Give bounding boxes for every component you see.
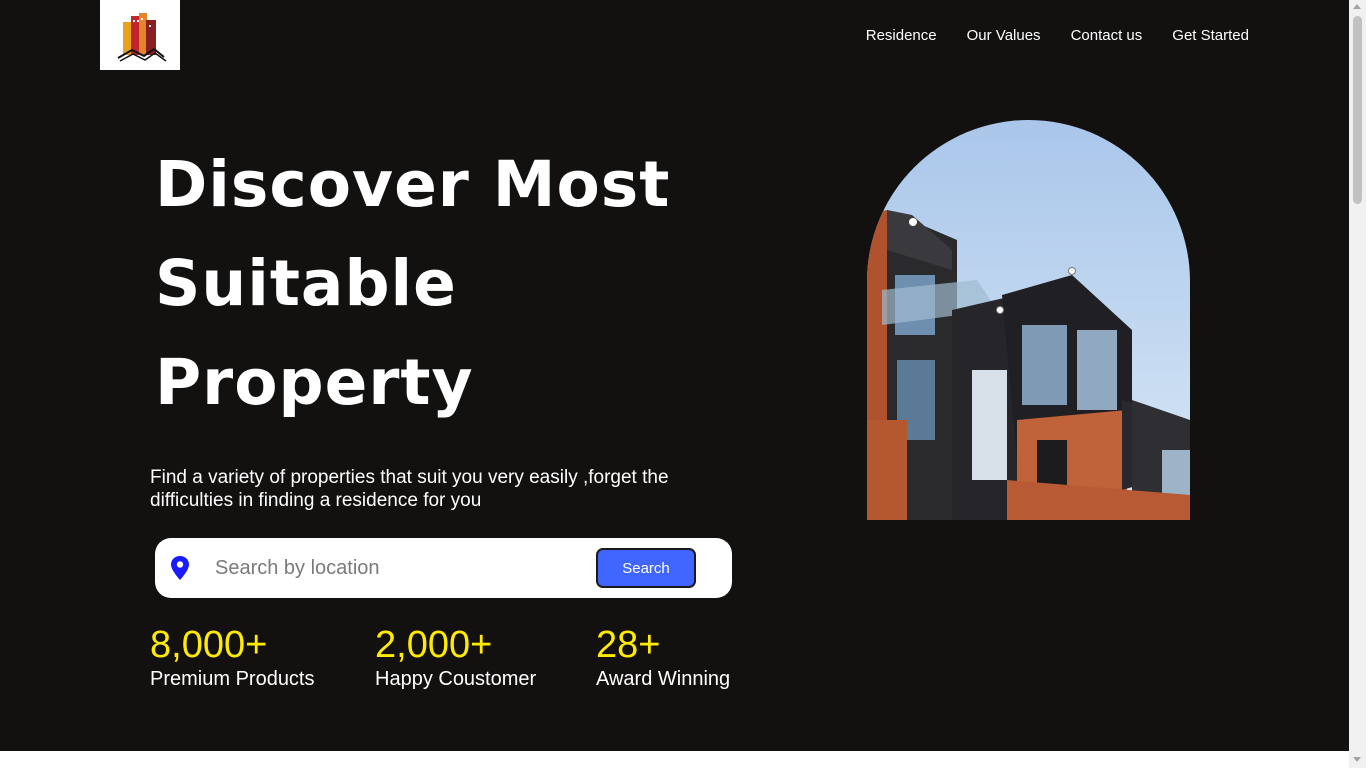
nav-our-values[interactable]: Our Values <box>967 26 1041 46</box>
search-button[interactable]: Search <box>596 548 696 588</box>
stat-value: 2,000+ <box>375 624 493 666</box>
scroll-thumb[interactable] <box>1353 16 1362 204</box>
stat-label: Happy Coustomer <box>375 668 537 690</box>
page-scrollbar[interactable] <box>1349 0 1366 768</box>
scroll-down-icon[interactable] <box>1353 757 1361 762</box>
hero-section: Residence Our Values Contact us Get Star… <box>0 0 1349 751</box>
location-pin-icon <box>169 555 191 586</box>
headline-line-2: Suitable <box>155 247 457 320</box>
buildings-logo-icon <box>117 13 167 62</box>
hero-building-image <box>867 120 1190 520</box>
nav-get-started[interactable]: Get Started <box>1172 26 1249 46</box>
stat-value: 28+ <box>596 624 661 666</box>
stat-label: Award Winning <box>596 668 731 690</box>
headline-line-3: Property <box>155 346 474 419</box>
hero-subtitle: Find a variety of properties that suit y… <box>150 467 669 511</box>
stat-label: Premium Products <box>150 668 315 690</box>
headline-line-1: Discover Most <box>155 148 671 221</box>
site-logo[interactable] <box>100 0 180 70</box>
stat-award-winning: 28+ Award Winning <box>596 624 730 691</box>
hero-headline: Discover Most Suitable Property <box>155 135 755 432</box>
scroll-up-icon[interactable] <box>1353 4 1361 9</box>
nav-contact-us[interactable]: Contact us <box>1071 26 1143 46</box>
main-nav: Residence Our Values Contact us Get Star… <box>866 26 1249 46</box>
nav-residence[interactable]: Residence <box>866 26 937 46</box>
stat-premium-products: 8,000+ Premium Products <box>150 624 315 691</box>
stat-value: 8,000+ <box>150 624 268 666</box>
stat-happy-customer: 2,000+ Happy Coustomer <box>375 624 536 691</box>
search-input[interactable] <box>205 550 585 586</box>
